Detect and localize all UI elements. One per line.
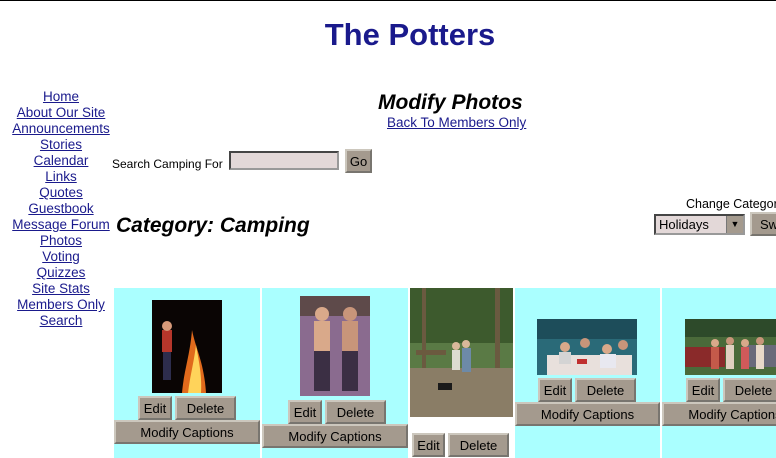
nav-message-forum[interactable]: Message Forum bbox=[8, 217, 114, 233]
nav-quotes[interactable]: Quotes bbox=[8, 185, 114, 201]
photo-cell: Edit Delete Modify Captions bbox=[262, 288, 408, 458]
category-select[interactable]: Holidays ▼ bbox=[654, 214, 745, 235]
nav-quizzes[interactable]: Quizzes bbox=[8, 265, 114, 281]
nav-site-stats[interactable]: Site Stats bbox=[8, 281, 114, 297]
nav-home[interactable]: Home bbox=[8, 89, 114, 105]
delete-button[interactable]: Delete bbox=[325, 400, 386, 424]
photo-campfire[interactable] bbox=[152, 300, 222, 393]
switch-category-button[interactable]: Switch bbox=[750, 212, 776, 236]
nav-search[interactable]: Search bbox=[8, 313, 114, 329]
nav-stories[interactable]: Stories bbox=[8, 137, 114, 153]
nav-members-only[interactable]: Members Only bbox=[8, 297, 114, 313]
chevron-down-icon[interactable]: ▼ bbox=[726, 216, 743, 233]
nav-about[interactable]: About Our Site bbox=[8, 105, 114, 121]
photo-cell: Edit Delete bbox=[410, 288, 513, 458]
delete-button[interactable]: Delete bbox=[448, 433, 509, 457]
photo-cell: Edit Delete Modify Captions bbox=[515, 288, 660, 458]
nav-guestbook[interactable]: Guestbook bbox=[8, 201, 114, 217]
go-button[interactable]: Go bbox=[345, 149, 372, 173]
delete-button[interactable]: Delete bbox=[723, 378, 776, 402]
nav-voting[interactable]: Voting bbox=[8, 249, 114, 265]
nav-links[interactable]: Links bbox=[8, 169, 114, 185]
category-select-value: Holidays bbox=[659, 217, 709, 232]
edit-button[interactable]: Edit bbox=[288, 400, 322, 424]
nav-photos[interactable]: Photos bbox=[8, 233, 114, 249]
modify-captions-button[interactable]: Modify Captions bbox=[515, 402, 660, 426]
edit-button[interactable]: Edit bbox=[412, 433, 445, 457]
search-label: Search Camping For bbox=[112, 157, 223, 171]
edit-button[interactable]: Edit bbox=[686, 378, 720, 402]
modify-captions-button[interactable]: Modify Captions bbox=[114, 420, 260, 444]
photo-dinner-table[interactable] bbox=[537, 319, 637, 375]
search-input[interactable] bbox=[229, 151, 339, 170]
edit-button[interactable]: Edit bbox=[538, 378, 572, 402]
delete-button[interactable]: Delete bbox=[575, 378, 636, 402]
modify-captions-button[interactable]: Modify Captions bbox=[662, 402, 776, 426]
site-title: The Potters bbox=[324, 17, 496, 52]
modify-captions-button[interactable]: Modify Captions bbox=[262, 424, 408, 448]
change-category-label: Change Category bbox=[686, 197, 776, 211]
photo-campsite[interactable] bbox=[410, 288, 513, 417]
back-to-members-link[interactable]: Back To Members Only bbox=[387, 115, 526, 130]
photo-two-men[interactable] bbox=[300, 296, 370, 396]
category-heading: Category: Camping bbox=[116, 214, 310, 237]
main-nav: Home About Our Site Announcements Storie… bbox=[8, 89, 114, 329]
nav-announcements[interactable]: Announcements bbox=[8, 121, 114, 137]
nav-calendar[interactable]: Calendar bbox=[8, 153, 114, 169]
page-heading: Modify Photos bbox=[378, 91, 523, 114]
photo-cell: Edit Delete Modify Captions bbox=[114, 288, 260, 458]
photo-cell: Edit Delete Modify Captions bbox=[662, 288, 776, 458]
delete-button[interactable]: Delete bbox=[175, 396, 236, 420]
photo-group-cars[interactable] bbox=[685, 319, 776, 375]
edit-button[interactable]: Edit bbox=[138, 396, 172, 420]
